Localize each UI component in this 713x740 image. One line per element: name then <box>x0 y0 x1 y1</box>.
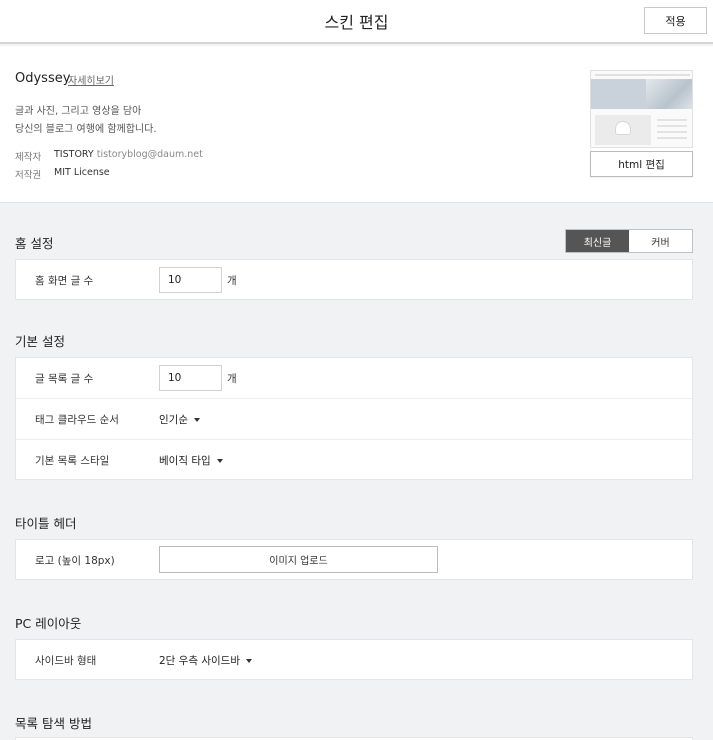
skin-description-line2: 당신의 블로그 여행에 함께합니다. <box>15 124 157 135</box>
home-post-count-row: 홈 화면 글 수 개 <box>16 260 692 300</box>
skin-name: Odyssey <box>15 71 71 86</box>
toggle-option-cover[interactable]: 커버 <box>629 230 692 252</box>
home-settings-panel: 홈 화면 글 수 개 <box>15 259 693 300</box>
list-style-label: 기본 목록 스타일 <box>35 455 110 467</box>
list-style-select[interactable]: 베이직 타입 <box>159 453 223 468</box>
apply-button[interactable]: 적용 <box>644 7 707 34</box>
sidebar-select[interactable]: 2단 우측 사이드바 <box>159 653 252 668</box>
list-style-row: 기본 목록 스타일 베이직 타입 <box>16 439 692 479</box>
skin-description-line1: 글과 사진, 그리고 영상을 담아 <box>15 106 142 117</box>
top-bar: 스킨 편집 적용 <box>0 0 713 44</box>
post-list-count-input[interactable] <box>159 365 222 391</box>
list-navigation-title: 목록 탐색 방법 <box>15 716 92 731</box>
pc-layout-panel: 사이드바 형태 2단 우측 사이드바 <box>15 639 693 680</box>
logo-row: 로고 (높이 18px) 이미지 업로드 <box>16 540 692 580</box>
tag-cloud-order-row: 태그 클라우드 순서 인기순 <box>16 398 692 438</box>
title-header-panel: 로고 (높이 18px) 이미지 업로드 <box>15 539 693 580</box>
post-list-count-unit: 개 <box>227 373 237 385</box>
post-list-count-label: 글 목록 글 수 <box>35 373 94 385</box>
author-email: tistoryblog@daum.net <box>96 149 203 160</box>
skin-info-panel: Odyssey 자세히보기 글과 사진, 그리고 영상을 담아 당신의 블로그 … <box>0 46 713 203</box>
tag-cloud-order-label: 태그 클라우드 순서 <box>35 414 119 426</box>
page-title: 스킨 편집 <box>324 13 389 32</box>
logo-label: 로고 (높이 18px) <box>35 555 115 567</box>
list-style-value: 베이직 타입 <box>159 455 211 467</box>
license-value: MIT License <box>54 167 110 178</box>
image-upload-button[interactable]: 이미지 업로드 <box>159 546 438 573</box>
skin-detail-link[interactable]: 자세히보기 <box>68 72 114 87</box>
tag-cloud-order-select[interactable]: 인기순 <box>159 412 200 427</box>
home-mode-toggle: 최신글 커버 <box>565 229 693 253</box>
title-header-title: 타이틀 헤더 <box>15 516 77 531</box>
author-label: 제작자 <box>15 152 42 163</box>
basic-settings-title: 기본 설정 <box>15 334 65 349</box>
caret-down-icon <box>245 658 252 663</box>
sidebar-label: 사이드바 형태 <box>35 655 97 667</box>
toggle-option-latest[interactable]: 최신글 <box>566 230 629 252</box>
license-label: 저작권 <box>15 170 42 181</box>
skin-preview-thumbnail <box>590 70 693 148</box>
pc-layout-title: PC 레이아웃 <box>15 616 82 631</box>
tag-cloud-order-value: 인기순 <box>159 414 188 426</box>
basic-settings-panel: 글 목록 글 수 개 태그 클라우드 순서 인기순 기본 목록 스타일 베이직 … <box>15 357 693 480</box>
html-edit-button[interactable]: html 편집 <box>590 151 693 177</box>
home-post-count-unit: 개 <box>227 275 237 287</box>
sidebar-value: 2단 우측 사이드바 <box>159 655 240 667</box>
author-name: TISTORY <box>54 149 94 160</box>
caret-down-icon <box>193 417 200 422</box>
post-list-count-row: 글 목록 글 수 개 <box>16 358 692 398</box>
home-post-count-label: 홈 화면 글 수 <box>35 275 94 287</box>
home-settings-title: 홈 설정 <box>15 236 54 251</box>
sidebar-row: 사이드바 형태 2단 우측 사이드바 <box>16 640 692 680</box>
caret-down-icon <box>216 458 223 463</box>
home-post-count-input[interactable] <box>159 267 222 293</box>
author-value: TISTORY tistoryblog@daum.net <box>54 149 203 160</box>
